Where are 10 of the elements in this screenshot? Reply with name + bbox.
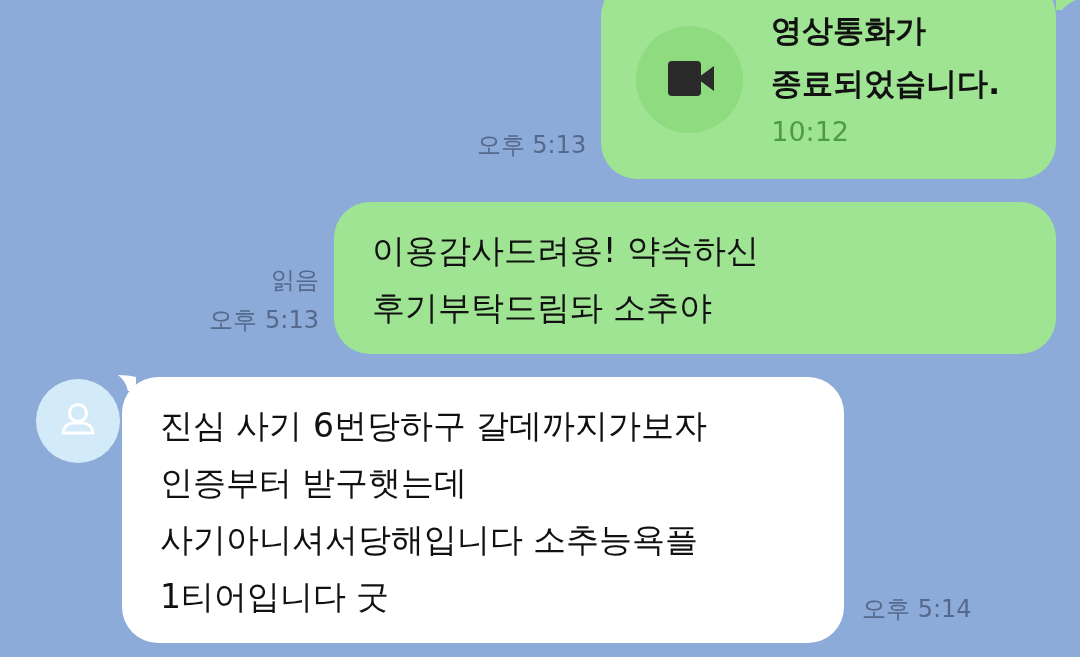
message-time: 오후 5:13 [476,130,587,161]
read-status: 읽음 [271,265,319,296]
message-time: 오후 5:14 [862,594,972,625]
message-time: 오후 5:13 [209,305,319,336]
video-camera-icon [636,25,744,133]
avatar-icon[interactable] [36,379,120,463]
call-ended-text: 영상통화가 종료되었습니다. [771,11,1000,103]
message-text: 이용감사드려용! 약속하신 후기부탁드림돠 소추야 [372,230,760,329]
message-text: 진심 사기 6번당하구 갈데까지가보자 인증부터 받구햇는데 사기아니셔서당해입니다 소추능욕플 1티어입니다 굿 [160,405,709,618]
call-duration: 10:12 [771,115,851,149]
